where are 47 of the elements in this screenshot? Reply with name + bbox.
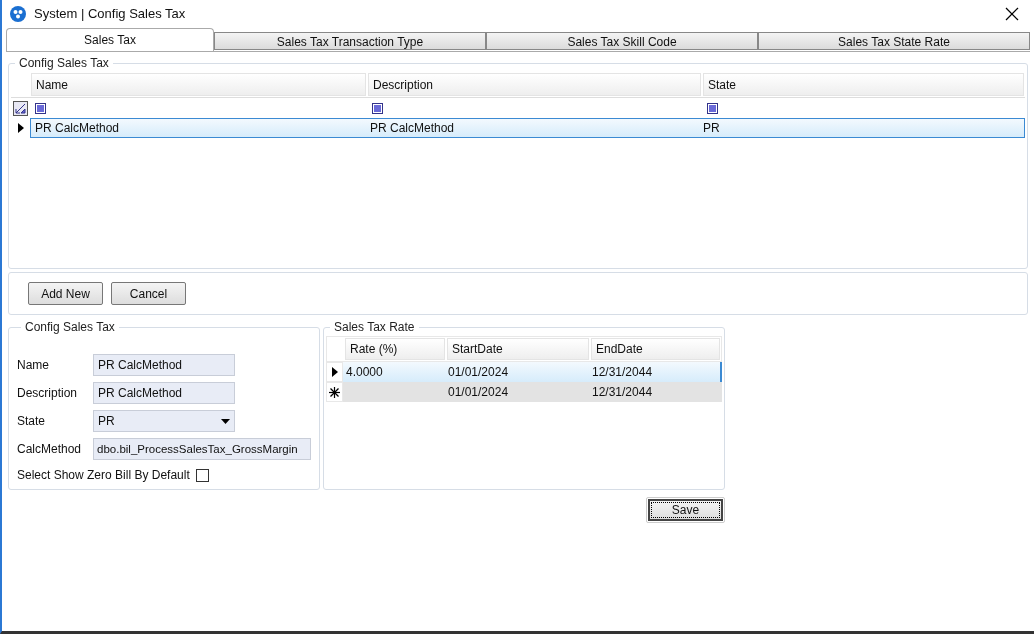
table-cell-text: 01/01/2024	[448, 364, 509, 381]
table-row[interactable]: 01/01/2024 12/31/2044	[343, 382, 722, 402]
tab[interactable]: Sales Tax Transaction Type	[214, 32, 486, 50]
asterisk-icon	[329, 386, 340, 398]
dropdown-field[interactable]: PR	[93, 410, 235, 432]
tab[interactable]: Sales Tax Skill Code	[486, 32, 758, 50]
action-button[interactable]: Add New	[28, 282, 103, 305]
filter-icon[interactable]	[35, 102, 46, 114]
field-label: Name	[17, 357, 50, 374]
caret-icon	[221, 418, 230, 424]
table-cell-text: PR CalcMethod	[34, 120, 121, 137]
group-title: Config Sales Tax	[24, 319, 116, 336]
filter-icon[interactable]	[372, 102, 383, 114]
column-header[interactable]: Rate (%)	[345, 338, 445, 360]
column-header[interactable]: EndDate	[591, 338, 720, 360]
field-label: State	[17, 413, 47, 430]
column-header[interactable]: State	[703, 73, 1024, 96]
table-cell-text: PR CalcMethod	[369, 120, 456, 137]
row-pointer-icon	[331, 367, 338, 377]
group-title: Config Sales Tax	[18, 55, 110, 72]
table-cell-text: 4.0000	[346, 364, 383, 381]
table-cell-text: 12/31/2044	[592, 384, 653, 401]
filter-icon[interactable]	[707, 102, 718, 114]
column-header[interactable]: StartDate	[447, 338, 589, 360]
filter-clear-icon[interactable]	[13, 100, 28, 116]
app-logo-icon	[10, 6, 26, 22]
column-header[interactable]: Name	[31, 73, 366, 96]
group-title: Sales Tax Rate	[333, 319, 416, 336]
table-row[interactable]: PR CalcMethod PR CalcMethod PR	[30, 118, 1025, 138]
column-header[interactable]: Description	[368, 73, 701, 96]
field-label: Description	[17, 385, 79, 402]
checkbox-label: Select Show Zero Bill By Default	[17, 467, 190, 484]
table-row[interactable]: 4.0000 01/01/2024 12/31/2044	[343, 362, 722, 382]
text-field[interactable]: PR CalcMethod	[93, 382, 235, 404]
field-label: CalcMethod	[17, 441, 83, 458]
table-cell-text: PR	[702, 120, 721, 137]
checkbox[interactable]	[195, 468, 209, 482]
action-button[interactable]: Cancel	[111, 282, 186, 305]
save-button[interactable]: Save	[648, 499, 723, 521]
window-title: System | Config Sales Tax	[34, 5, 186, 24]
table-cell-text: 01/01/2024	[448, 384, 509, 401]
table-cell-text: 12/31/2044	[592, 364, 653, 381]
tab[interactable]: Sales Tax State Rate	[758, 32, 1030, 50]
text-field[interactable]: dbo.bil_ProcessSalesTax_GrossMargin	[93, 438, 311, 460]
tab[interactable]: Sales Tax	[6, 28, 214, 51]
row-pointer-icon	[17, 123, 24, 133]
text-field[interactable]: PR CalcMethod	[93, 354, 235, 376]
